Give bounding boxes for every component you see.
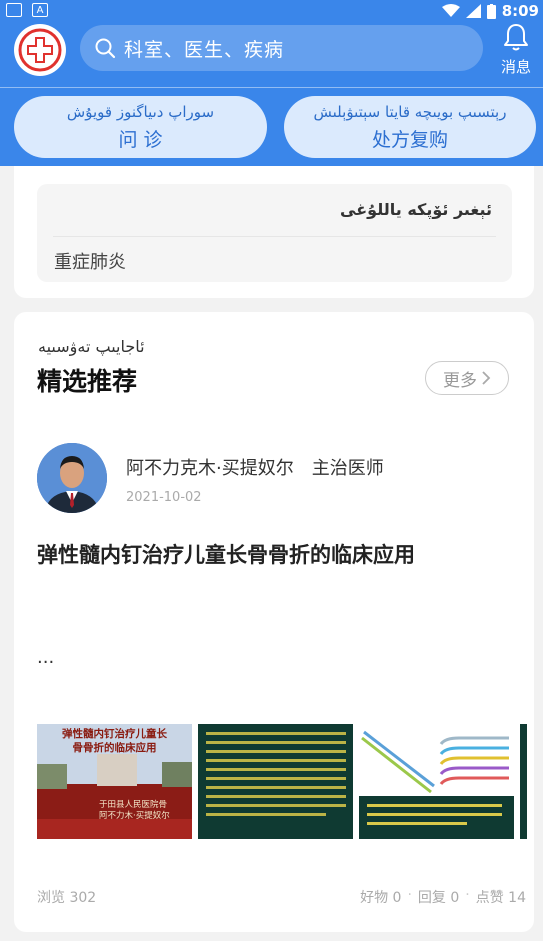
doctor-name[interactable]: 阿不力克木·买提奴尔 主治医师 xyxy=(126,454,384,480)
red-cross-icon xyxy=(18,28,62,72)
bell-icon xyxy=(504,24,528,51)
status-time: 8:09 xyxy=(501,2,539,20)
consult-button[interactable]: سوراپ دىياگنوز قويۇش 问 诊 xyxy=(14,96,267,158)
recommend-title-ug: ئاجايىپ تەۋسىيە xyxy=(38,337,145,356)
app-a-icon: A xyxy=(32,3,48,17)
status-bar: A 8:09 xyxy=(0,0,543,24)
stats-separator: · xyxy=(465,887,470,903)
thumbnail-text-slide xyxy=(198,724,353,839)
image-strip[interactable]: 弹性髓内钉治疗儿童长 骨骨折的临床应用 于田县人民医院骨 阿不力木·买提奴尔 xyxy=(37,724,527,839)
thumbnail-3[interactable] xyxy=(359,724,514,839)
messages-label: 消息 xyxy=(500,58,531,76)
thumbnail-1-caption: 弹性髓内钉治疗儿童长 骨骨折的临床应用 xyxy=(62,728,167,754)
disease-title-ug: ئېغىر ئۆپكە ياللۇغى xyxy=(340,200,492,219)
disease-name: 重症肺炎 xyxy=(54,252,126,273)
thumbnail-1[interactable]: 弹性髓内钉治疗儿童长 骨骨折的临床应用 于田县人民医院骨 阿不力木·买提奴尔 xyxy=(37,724,192,839)
reply-count[interactable]: 回复 0 xyxy=(418,887,459,907)
doctor-avatar[interactable] xyxy=(37,443,107,513)
post-date: 2021-10-02 xyxy=(126,490,202,505)
praise-count[interactable]: 点赞 14 xyxy=(476,887,526,907)
signal-icon xyxy=(465,4,481,18)
thumbnail-4-image xyxy=(520,724,527,839)
stats-separator: · xyxy=(407,887,412,903)
like-count[interactable]: 好物 0 xyxy=(360,887,401,907)
search-bar[interactable]: 科室、医生、疾病 xyxy=(80,25,483,71)
consult-label-ug: سوراپ دىياگنوز قويۇش xyxy=(66,103,215,121)
prescription-reorder-button[interactable]: رېتسىپ بويىچە قايتا سېتىۋېلىش 处方复购 xyxy=(284,96,536,158)
reorder-label-ug: رېتسىپ بويىچە قايتا سېتىۋېلىش xyxy=(313,103,507,121)
post-stats: 好物 0 · 回复 0 · 点赞 14 xyxy=(360,887,526,907)
chevron-right-icon xyxy=(482,371,491,385)
disease-divider xyxy=(53,236,496,237)
messages-button[interactable]: 消息 xyxy=(494,22,538,80)
doctor-photo xyxy=(37,443,107,513)
recommend-card[interactable]: ئاجايىپ تەۋسىيە 精选推荐 更多 阿不力克木·买提奴尔 主治医师 … xyxy=(14,312,534,932)
consult-label-cn: 问 诊 xyxy=(118,129,163,151)
search-icon xyxy=(95,38,116,59)
app-header: A 8:09 科室、医生、疾病 消息 سوراپ دىياگنوز قويۇش … xyxy=(0,0,543,166)
search-placeholder: 科室、医生、疾病 xyxy=(124,38,285,61)
reorder-label-cn: 处方复购 xyxy=(371,129,448,151)
wifi-icon xyxy=(441,4,460,17)
article-excerpt: ... xyxy=(37,647,55,668)
view-count: 浏览 302 xyxy=(37,890,97,906)
header-divider xyxy=(0,87,543,88)
more-button[interactable]: 更多 xyxy=(425,361,509,395)
thumbnail-2[interactable] xyxy=(198,724,353,839)
hospital-logo[interactable] xyxy=(14,24,66,76)
more-label: 更多 xyxy=(443,370,477,391)
notification-icon xyxy=(6,3,22,17)
thumbnail-1-subcaption: 于田县人民医院骨 阿不力木·买提奴尔 xyxy=(99,800,170,821)
battery-icon xyxy=(486,3,496,19)
thumbnail-4-partial[interactable] xyxy=(520,724,527,839)
recommend-title: 精选推荐 xyxy=(37,367,138,396)
disease-item[interactable]: ئېغىر ئۆپكە ياللۇغى 重症肺炎 xyxy=(37,184,512,282)
article-title[interactable]: 弹性髓内钉治疗儿童长骨骨折的临床应用 xyxy=(37,539,415,569)
disease-card: ئېغىر ئۆپكە ياللۇغى 重症肺炎 xyxy=(14,166,534,298)
thumbnail-nail-diagram xyxy=(359,724,514,839)
